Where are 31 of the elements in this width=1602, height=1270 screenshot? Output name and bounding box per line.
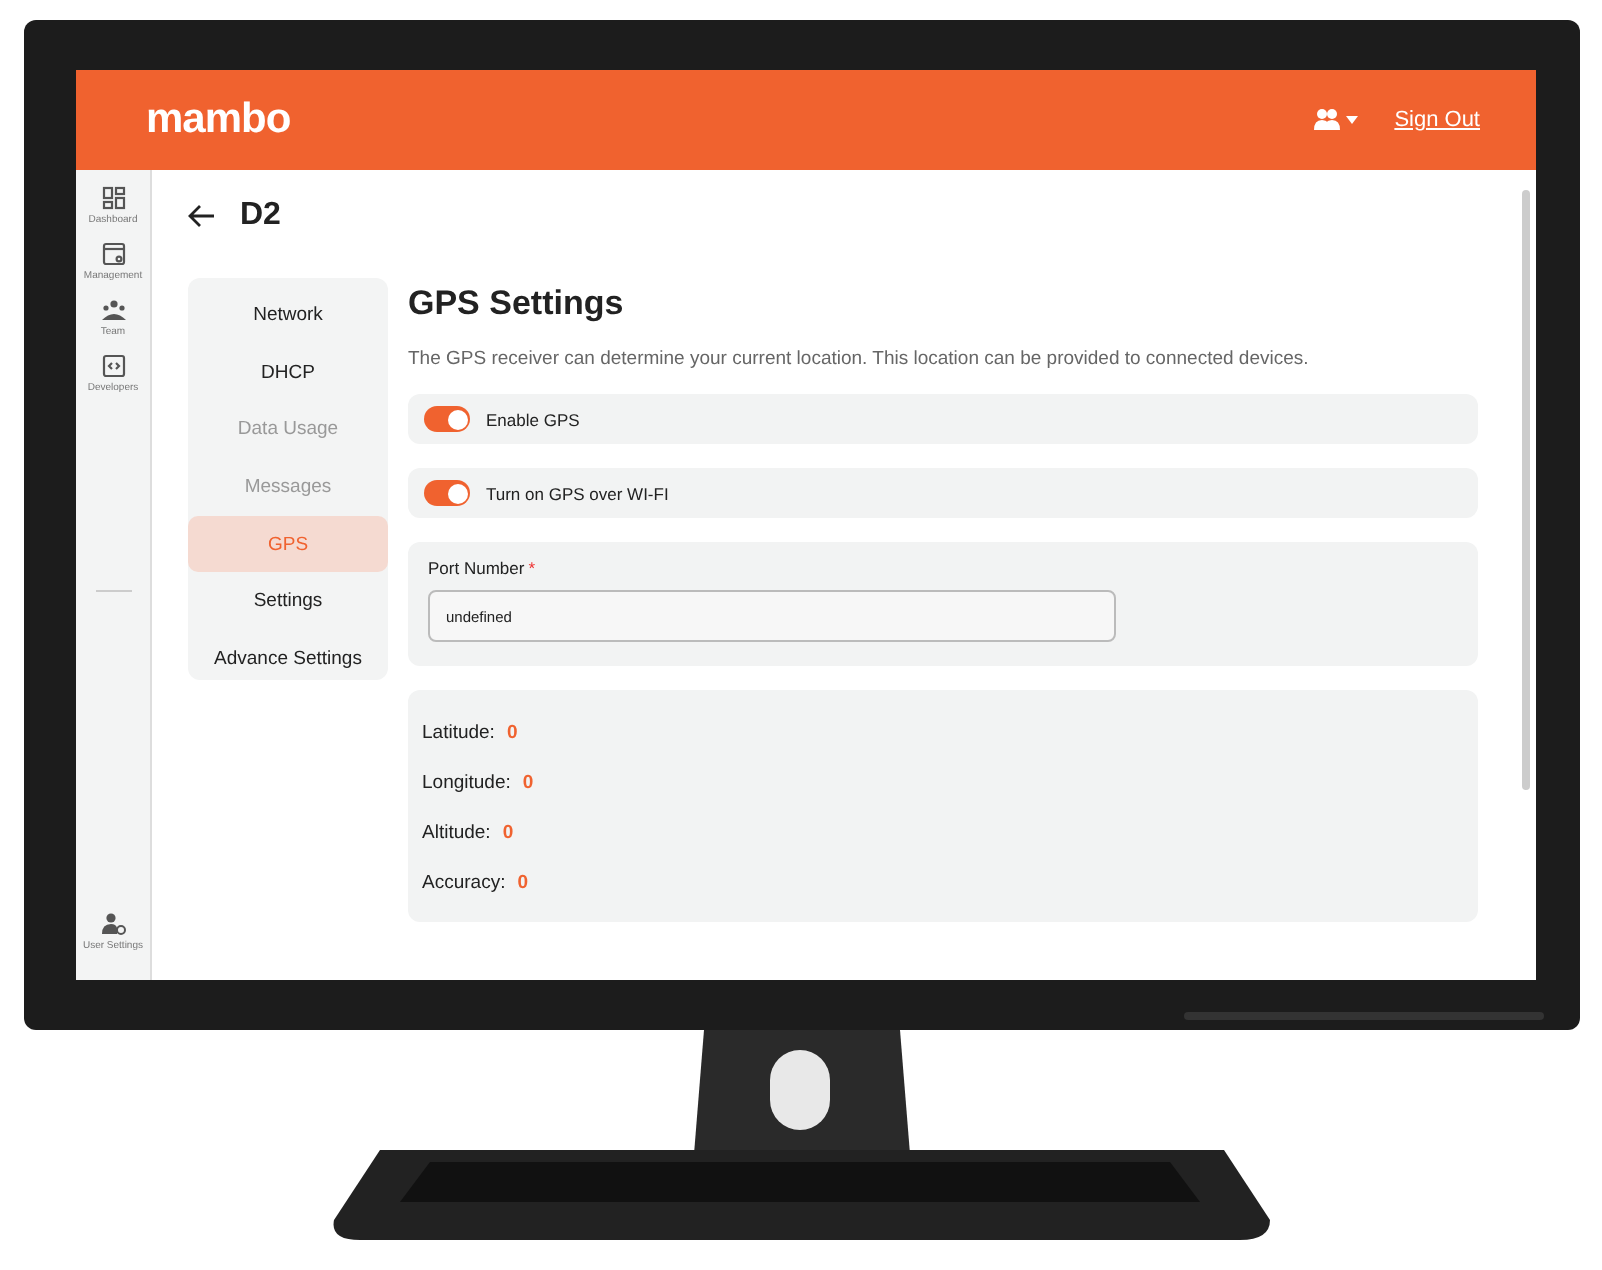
nav-item[interactable]: GPS	[188, 515, 388, 573]
toggle-label: Turn on GPS over WI-FI	[486, 483, 669, 503]
window-icon[interactable]	[101, 242, 125, 266]
toggle-switch[interactable]	[424, 406, 470, 432]
dashboard-icon[interactable]	[101, 186, 125, 210]
reading-label: Accuracy:	[422, 872, 506, 894]
section-title: GPS Settings	[408, 284, 626, 324]
nav-item[interactable]: DHCP	[188, 343, 388, 401]
reading-value: 0	[502, 822, 514, 844]
back-arrow-icon[interactable]	[188, 204, 216, 228]
nav-item[interactable]: Network	[188, 286, 388, 344]
reading-label: Altitude:	[422, 822, 491, 844]
sign-out-link[interactable]: Sign Out	[1394, 108, 1480, 132]
nav-item[interactable]: Settings	[188, 572, 388, 631]
logo: mambo	[146, 96, 291, 144]
field-label: Port Number	[428, 558, 525, 578]
reading-label: Latitude:	[422, 722, 495, 744]
nav-item[interactable]: Advance Settings	[188, 630, 388, 688]
reading-value: 0	[517, 872, 529, 894]
user-settings-icon[interactable]	[101, 912, 125, 936]
reading-label: Longitude:	[422, 772, 511, 794]
toggle-switch[interactable]	[424, 480, 470, 506]
page-title: D2	[240, 198, 281, 234]
account-menu-icon[interactable]	[1314, 108, 1359, 132]
reading-value: 0	[522, 772, 534, 794]
code-icon[interactable]	[101, 354, 125, 378]
toggle-label: Enable GPS	[486, 409, 580, 429]
reading-value: 0	[506, 722, 518, 744]
section-description: The GPS receiver can determine your current location. This location can be provided to connected devices.	[408, 348, 1311, 370]
required-mark: *	[528, 558, 535, 578]
team-icon[interactable]	[101, 298, 125, 322]
